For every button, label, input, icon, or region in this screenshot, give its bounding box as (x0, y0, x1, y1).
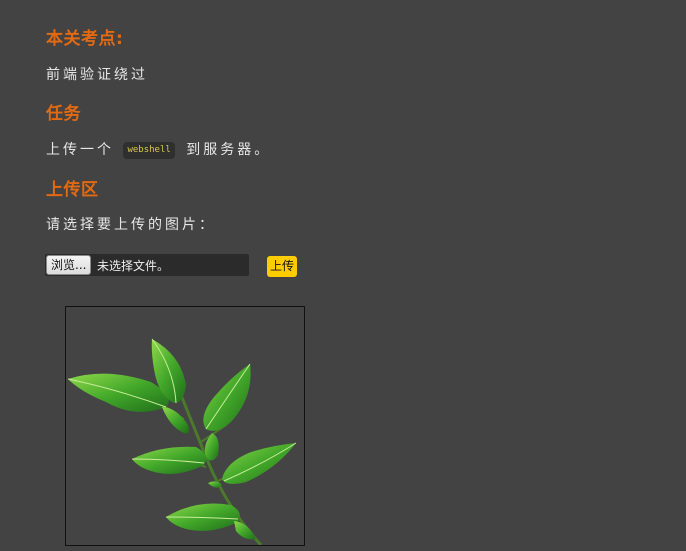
file-status-text: 未选择文件。 (97, 259, 170, 273)
task-text-before: 上传一个 (46, 142, 114, 158)
webshell-code: webshell (123, 141, 175, 159)
upload-prompt: 请选择要上传的图片： (46, 217, 216, 233)
file-input[interactable]: 浏览... 未选择文件。 (45, 254, 249, 276)
upload-button[interactable]: 上传 (267, 256, 298, 277)
browse-button[interactable]: 浏览... (46, 255, 92, 275)
checkpoint-text: 前端验证绕过 (46, 67, 148, 83)
task-text-after: 到服务器。 (186, 142, 272, 158)
checkpoint-heading: 本关考点: (46, 29, 124, 49)
image-preview (65, 306, 305, 546)
task-text: 上传一个 webshell 到服务器。 (46, 139, 271, 159)
upload-area-heading: 上传区 (46, 180, 99, 200)
upload-lab-page: 本关考点: 前端验证绕过 任务 上传一个 webshell 到服务器。 上传区 … (0, 0, 686, 551)
task-heading: 任务 (46, 104, 81, 124)
leaf-branch-image (67, 338, 297, 545)
